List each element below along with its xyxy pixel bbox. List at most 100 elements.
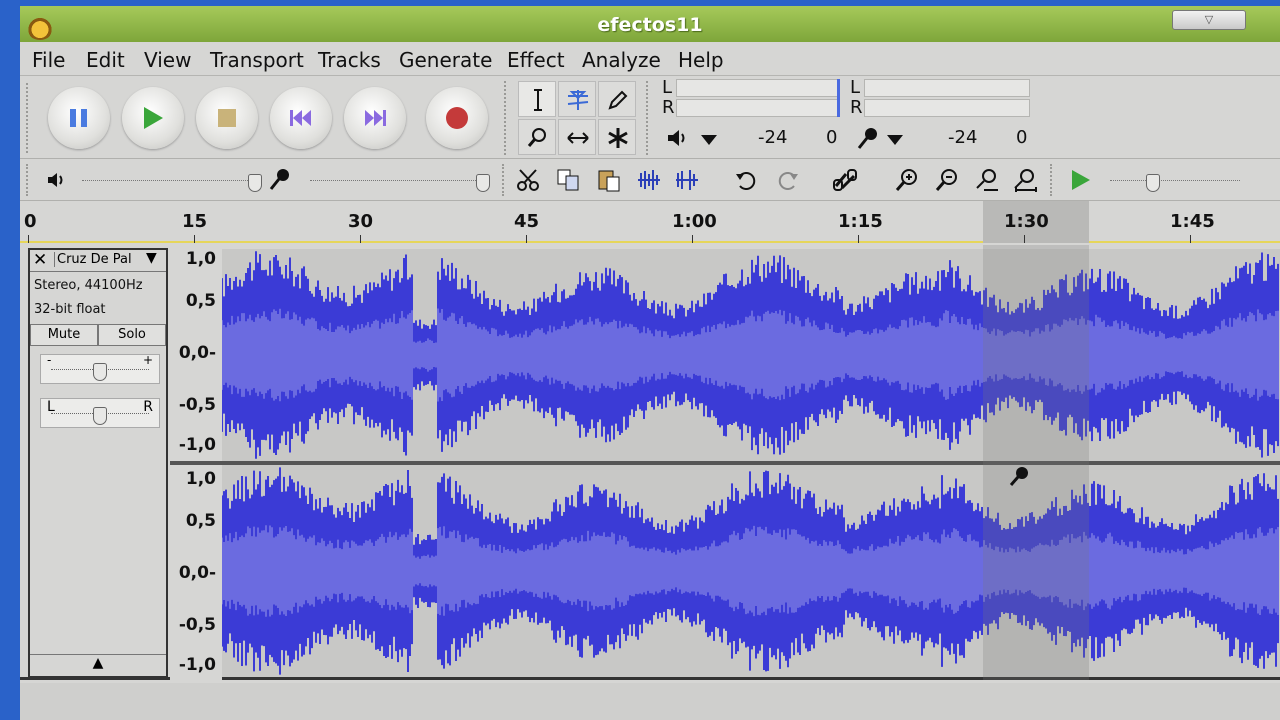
vscale-label: -1,0 xyxy=(178,435,216,455)
waveform-left-channel[interactable] xyxy=(222,249,1280,461)
skip-to-start-button[interactable] xyxy=(270,87,332,149)
skip-to-end-button[interactable] xyxy=(344,87,406,149)
envelope-cursor-icon xyxy=(1009,467,1028,486)
vscale-label: -0,5 xyxy=(178,615,216,635)
ruler-tick-label: 1:00 xyxy=(672,211,717,232)
menu-transport[interactable]: Transport xyxy=(210,48,304,72)
sync-lock-icon xyxy=(833,169,857,191)
playback-meter-right[interactable] xyxy=(676,99,838,117)
meter-rec-right-label: R xyxy=(850,97,863,118)
window-menu-button[interactable]: ▽ xyxy=(1172,10,1246,30)
toolbar-grip[interactable] xyxy=(502,164,512,196)
selection-tool-button[interactable] xyxy=(518,81,556,117)
zoom-out-button[interactable] xyxy=(930,164,964,196)
asterisk-icon xyxy=(608,128,628,148)
toolbar-grip[interactable] xyxy=(1050,164,1060,196)
draw-tool-button[interactable] xyxy=(598,81,636,117)
vscale-label: 0,5 xyxy=(185,291,216,311)
cut-button[interactable] xyxy=(512,164,546,196)
menu-analyze[interactable]: Analyze xyxy=(582,48,661,72)
skip-end-icon xyxy=(365,110,386,126)
pause-button[interactable] xyxy=(48,87,110,149)
zoom-tool-button[interactable] xyxy=(518,119,556,155)
timeline-ruler[interactable]: 0 15 30 45 1:00 1:15 1:30 1:45 xyxy=(20,201,1280,243)
menu-view[interactable]: View xyxy=(144,48,191,72)
recording-volume-thumb[interactable] xyxy=(476,174,490,192)
play-speed-slider[interactable] xyxy=(1110,180,1240,182)
gain-slider[interactable]: - + xyxy=(40,353,160,384)
toolbar-grip[interactable] xyxy=(26,83,36,153)
paste-button[interactable] xyxy=(592,164,626,196)
close-icon[interactable]: ✕ xyxy=(33,250,47,270)
timeshift-tool-button[interactable] xyxy=(558,119,596,155)
track-name-menu[interactable]: Cruz De Pal xyxy=(54,252,132,267)
ruler-tick-label: 1:30 xyxy=(1004,211,1049,232)
stop-icon xyxy=(218,109,236,127)
waveform-right-svg xyxy=(222,467,1279,675)
ruler-tick xyxy=(692,235,693,243)
menu-generate[interactable]: Generate xyxy=(399,48,492,72)
menu-tracks[interactable]: Tracks xyxy=(318,48,381,72)
toolbar-grip[interactable] xyxy=(504,81,514,155)
ruler-tick xyxy=(526,235,527,243)
play-speed-thumb[interactable] xyxy=(1146,174,1160,192)
play-at-speed-button[interactable] xyxy=(1064,164,1098,196)
menu-help[interactable]: Help xyxy=(678,48,724,72)
silence-button[interactable] xyxy=(670,164,704,196)
gain-thumb[interactable] xyxy=(93,363,107,381)
vscale-label: -0,5 xyxy=(178,395,216,415)
playback-meter-dropdown-icon[interactable] xyxy=(700,133,718,147)
record-meter-dropdown-icon[interactable] xyxy=(886,133,904,147)
ruler-tick-label: 0 xyxy=(24,211,37,232)
trim-button[interactable] xyxy=(632,164,666,196)
stop-button[interactable] xyxy=(196,87,258,149)
playback-zero-label: 0 xyxy=(826,127,838,148)
record-meter-left[interactable] xyxy=(864,79,1030,97)
scissors-icon xyxy=(517,169,539,191)
ruler-tick xyxy=(1190,235,1191,243)
ruler-tick-label: 30 xyxy=(348,211,374,232)
pan-slider[interactable]: L R xyxy=(40,398,160,428)
playback-meter-left[interactable] xyxy=(676,79,838,97)
menu-file[interactable]: File xyxy=(32,48,65,72)
pan-thumb[interactable] xyxy=(93,407,107,425)
playback-volume-thumb[interactable] xyxy=(248,174,262,192)
zoom-in-button[interactable] xyxy=(890,164,924,196)
fit-selection-icon xyxy=(976,169,998,191)
mute-button[interactable]: Mute xyxy=(30,324,98,346)
solo-button[interactable]: Solo xyxy=(98,324,166,346)
recording-volume-slider[interactable] xyxy=(310,180,484,182)
trim-audio-icon xyxy=(638,170,660,190)
toolbar-grip[interactable] xyxy=(26,164,36,196)
envelope-tool-button[interactable] xyxy=(558,81,596,117)
microphone-icon xyxy=(857,128,877,149)
waveform-right-channel[interactable] xyxy=(222,465,1280,677)
window-title: efectos11 xyxy=(597,14,703,36)
ruler-tick xyxy=(360,235,361,243)
record-meter-right[interactable] xyxy=(864,99,1030,117)
fit-project-icon xyxy=(1014,169,1037,192)
playback-meter-peak xyxy=(837,79,840,117)
menu-effect[interactable]: Effect xyxy=(507,48,565,72)
fit-selection-button[interactable] xyxy=(970,164,1004,196)
chevron-down-icon[interactable]: ▼ xyxy=(146,250,157,266)
undo-icon xyxy=(736,172,756,190)
collapse-track-button[interactable]: ▲ xyxy=(30,654,166,676)
undo-button[interactable] xyxy=(730,164,764,196)
menu-edit[interactable]: Edit xyxy=(86,48,125,72)
record-button[interactable] xyxy=(426,87,488,149)
playback-volume-slider[interactable] xyxy=(82,180,258,182)
status-bar xyxy=(20,683,1280,720)
ruler-tick xyxy=(1024,235,1025,243)
copy-button[interactable] xyxy=(552,164,586,196)
redo-button[interactable] xyxy=(770,164,804,196)
app-window: efectos11 ▽ File Edit View Transport Tra… xyxy=(20,0,1280,720)
meter-toolbar: L R L R -24 0 -24 0 xyxy=(658,77,1038,155)
multi-tool-button[interactable] xyxy=(598,119,636,155)
toolbar-grip[interactable] xyxy=(646,81,656,155)
sync-lock-button[interactable] xyxy=(828,164,862,196)
fit-project-button[interactable] xyxy=(1008,164,1042,196)
selection-overlay xyxy=(983,245,1089,680)
gain-minus-label: - xyxy=(47,353,52,367)
play-button[interactable] xyxy=(122,87,184,149)
